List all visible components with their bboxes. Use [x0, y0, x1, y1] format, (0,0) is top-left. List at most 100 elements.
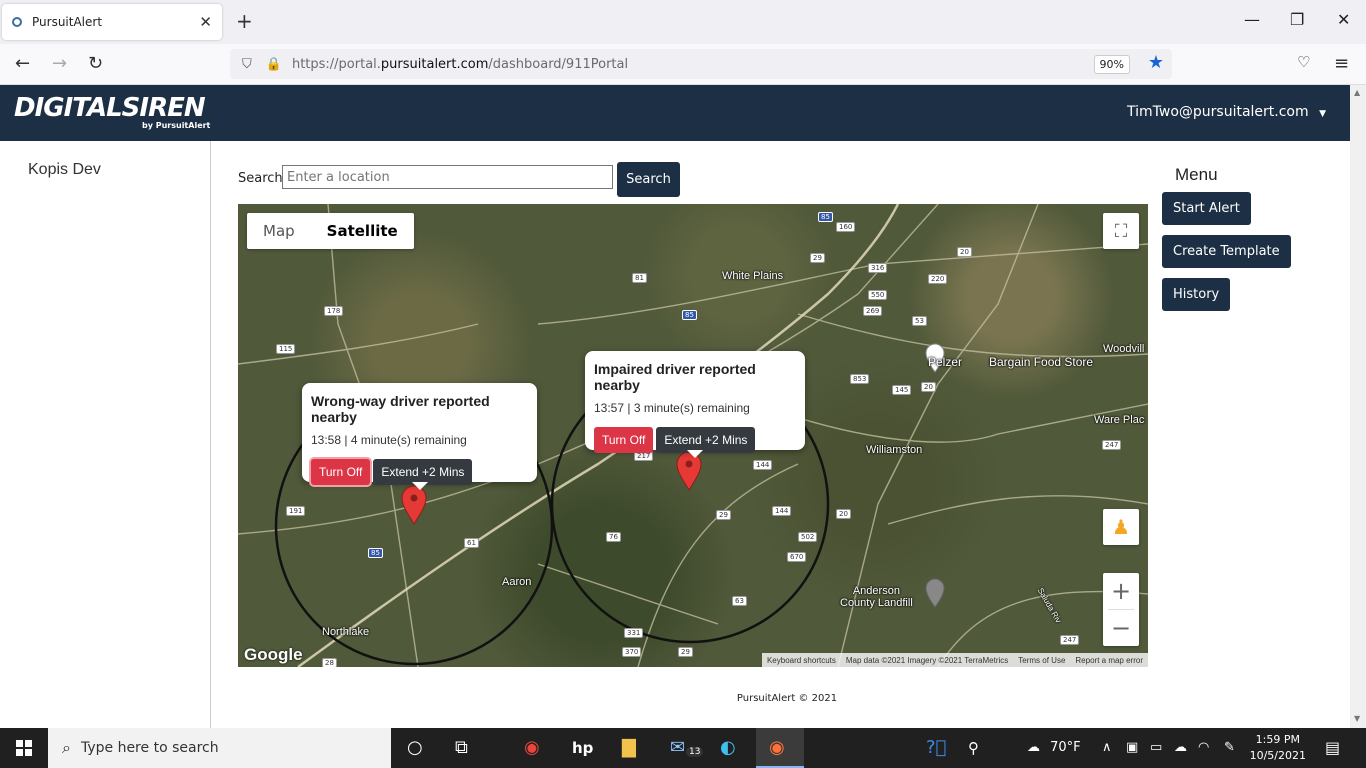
route-shield: 144 — [772, 506, 792, 516]
route-shield: 28 — [322, 658, 337, 667]
mail-badge: 13 — [686, 747, 704, 757]
alert-meta: 13:58 | 4 minute(s) remaining — [311, 433, 467, 447]
sidebar: Kopis Dev — [0, 141, 211, 728]
map-type-satellite[interactable]: Satellite — [311, 213, 414, 249]
people-icon[interactable]: ⚲ — [968, 739, 979, 757]
route-shield: 53 — [912, 316, 927, 326]
page-scrollbar[interactable] — [1350, 85, 1366, 728]
location-search-input[interactable] — [282, 165, 613, 189]
extend-button[interactable]: Extend +2 Mins — [656, 427, 756, 453]
chrome-icon[interactable]: ◉ — [524, 737, 540, 758]
wifi-icon[interactable]: ◠ — [1198, 740, 1209, 755]
hamburger-menu-icon[interactable]: ≡ — [1334, 53, 1349, 74]
route-shield: 331 — [624, 628, 644, 638]
forward-icon[interactable]: → — [52, 53, 67, 74]
browser-tab[interactable]: PursuitAlert ✕ — [2, 4, 222, 40]
route-shield: 247 — [1102, 440, 1122, 450]
caret-down-icon: ▼ — [1319, 109, 1326, 119]
chevron-up-icon[interactable]: ∧ — [1102, 740, 1112, 755]
extend-button[interactable]: Extend +2 Mins — [373, 459, 473, 485]
back-icon[interactable]: ← — [15, 53, 30, 74]
close-window-icon[interactable]: ✕ — [1337, 10, 1350, 29]
route-shield: 670 — [787, 552, 807, 562]
route-shield: 550 — [868, 290, 888, 300]
cloud-sun-icon: ☁ — [1027, 740, 1040, 755]
map-data-credit: Map data ©2021 Imagery ©2021 TerraMetric… — [845, 655, 1009, 665]
close-tab-icon[interactable]: ✕ — [199, 13, 212, 31]
history-button[interactable]: History — [1162, 278, 1231, 311]
address-bar[interactable]: ⛉ 🔒 https://portal. pursuitalert.com /da… — [230, 49, 1172, 79]
task-view-icon[interactable]: ⧉ — [455, 737, 468, 758]
route-shield: 29 — [810, 253, 825, 263]
url-path: /dashboard/911Portal — [488, 56, 629, 72]
map-view[interactable]: Map Satellite ⛶ ♟ + − White Plains Pelze… — [238, 204, 1148, 667]
street-view-pegman-icon[interactable]: ♟ — [1103, 509, 1139, 545]
route-shield: 144 — [753, 460, 773, 470]
place-label: White Plains — [722, 270, 784, 282]
tab-title: PursuitAlert — [32, 15, 103, 29]
report-error-link[interactable]: Report a map error — [1070, 656, 1148, 665]
app-header: DIGITALSIREN by PursuitAlert TimTwo@purs… — [0, 85, 1350, 141]
url-domain: pursuitalert.com — [380, 56, 489, 72]
battery-icon[interactable]: ▭ — [1150, 740, 1162, 755]
page-footer: PursuitAlert © 2021 — [736, 693, 838, 704]
help-icon[interactable]: ?⃝ — [926, 737, 946, 758]
bookmark-star-icon[interactable]: ★ — [1148, 52, 1164, 73]
edge-icon[interactable]: ◐ — [720, 737, 736, 758]
taskbar-clock[interactable]: 1:59 PM 10/5/2021 — [1250, 732, 1306, 764]
user-menu-dropdown[interactable]: TimTwo@pursuitalert.com ▼ — [1127, 104, 1326, 120]
digitalsiren-logo[interactable]: DIGITALSIREN — [14, 93, 206, 123]
route-shield: 76 — [606, 532, 621, 542]
hp-icon[interactable]: hp — [572, 739, 593, 757]
keyboard-shortcuts-link[interactable]: Keyboard shortcuts — [762, 656, 841, 665]
alert-title: Wrong-way driver reported nearby — [311, 393, 490, 425]
cortana-icon[interactable]: ○ — [407, 737, 423, 758]
zoom-out-icon[interactable]: − — [1111, 610, 1131, 646]
map-type-control[interactable]: Map Satellite — [247, 213, 414, 249]
new-tab-icon[interactable]: + — [236, 9, 253, 33]
site-favicon-icon — [12, 17, 22, 27]
notifications-icon[interactable]: ▤ — [1325, 738, 1340, 757]
scroll-down-icon[interactable]: ▼ — [1354, 714, 1360, 723]
turn-off-button[interactable]: Turn Off — [311, 459, 371, 485]
route-shield: 63 — [732, 596, 747, 606]
search-button[interactable]: Search — [617, 162, 680, 197]
route-shield: 178 — [324, 306, 344, 316]
mail-icon[interactable]: ✉ — [670, 737, 685, 758]
start-alert-button[interactable]: Start Alert — [1162, 192, 1251, 225]
lock-icon[interactable]: 🔒 — [266, 57, 282, 72]
tray-device-icon[interactable]: ▣ — [1126, 740, 1138, 755]
place-label: Aaron — [502, 576, 532, 588]
pocket-icon[interactable]: ♡ — [1297, 53, 1310, 71]
minimize-icon[interactable]: — — [1244, 10, 1260, 29]
browser-navbar: ← → ↻ ⛉ 🔒 https://portal. pursuitalert.c… — [0, 44, 1366, 85]
reload-icon[interactable]: ↻ — [88, 53, 103, 74]
route-shield: 220 — [928, 274, 948, 284]
map-type-map[interactable]: Map — [247, 213, 311, 249]
pen-icon[interactable]: ✎ — [1224, 740, 1235, 755]
turn-off-button[interactable]: Turn Off — [594, 427, 654, 453]
zoom-in-icon[interactable]: + — [1111, 573, 1131, 609]
taskbar-search-box[interactable]: ⌕ Type here to search — [48, 728, 391, 768]
browser-tabbar: PursuitAlert ✕ + — ❐ ✕ — [0, 0, 1366, 44]
alert-title: Impaired driver reported nearby — [594, 361, 756, 393]
restore-icon[interactable]: ❐ — [1290, 10, 1304, 29]
route-shield: 81 — [632, 273, 647, 283]
route-shield: 247 — [1060, 635, 1080, 645]
weather-widget[interactable]: ☁ 70°F — [1027, 740, 1081, 755]
scroll-up-icon[interactable]: ▲ — [1354, 88, 1360, 97]
zoom-level[interactable]: 90% — [1093, 55, 1130, 74]
windows-start-icon[interactable] — [16, 740, 32, 756]
terms-link[interactable]: Terms of Use — [1013, 656, 1070, 665]
url-prefix: https://portal. — [291, 56, 381, 72]
fullscreen-icon[interactable]: ⛶ — [1103, 213, 1139, 249]
route-shield: 20 — [921, 382, 936, 392]
route-shield: 191 — [286, 506, 306, 516]
tracking-shield-icon[interactable]: ⛉ — [242, 57, 252, 72]
create-template-button[interactable]: Create Template — [1162, 235, 1291, 268]
route-shield: 853 — [850, 374, 870, 384]
firefox-icon[interactable]: ◉ — [769, 737, 785, 758]
search-label: Search — [238, 171, 283, 186]
onedrive-icon[interactable]: ☁ — [1174, 740, 1187, 755]
file-explorer-icon[interactable]: ▇ — [622, 737, 636, 758]
